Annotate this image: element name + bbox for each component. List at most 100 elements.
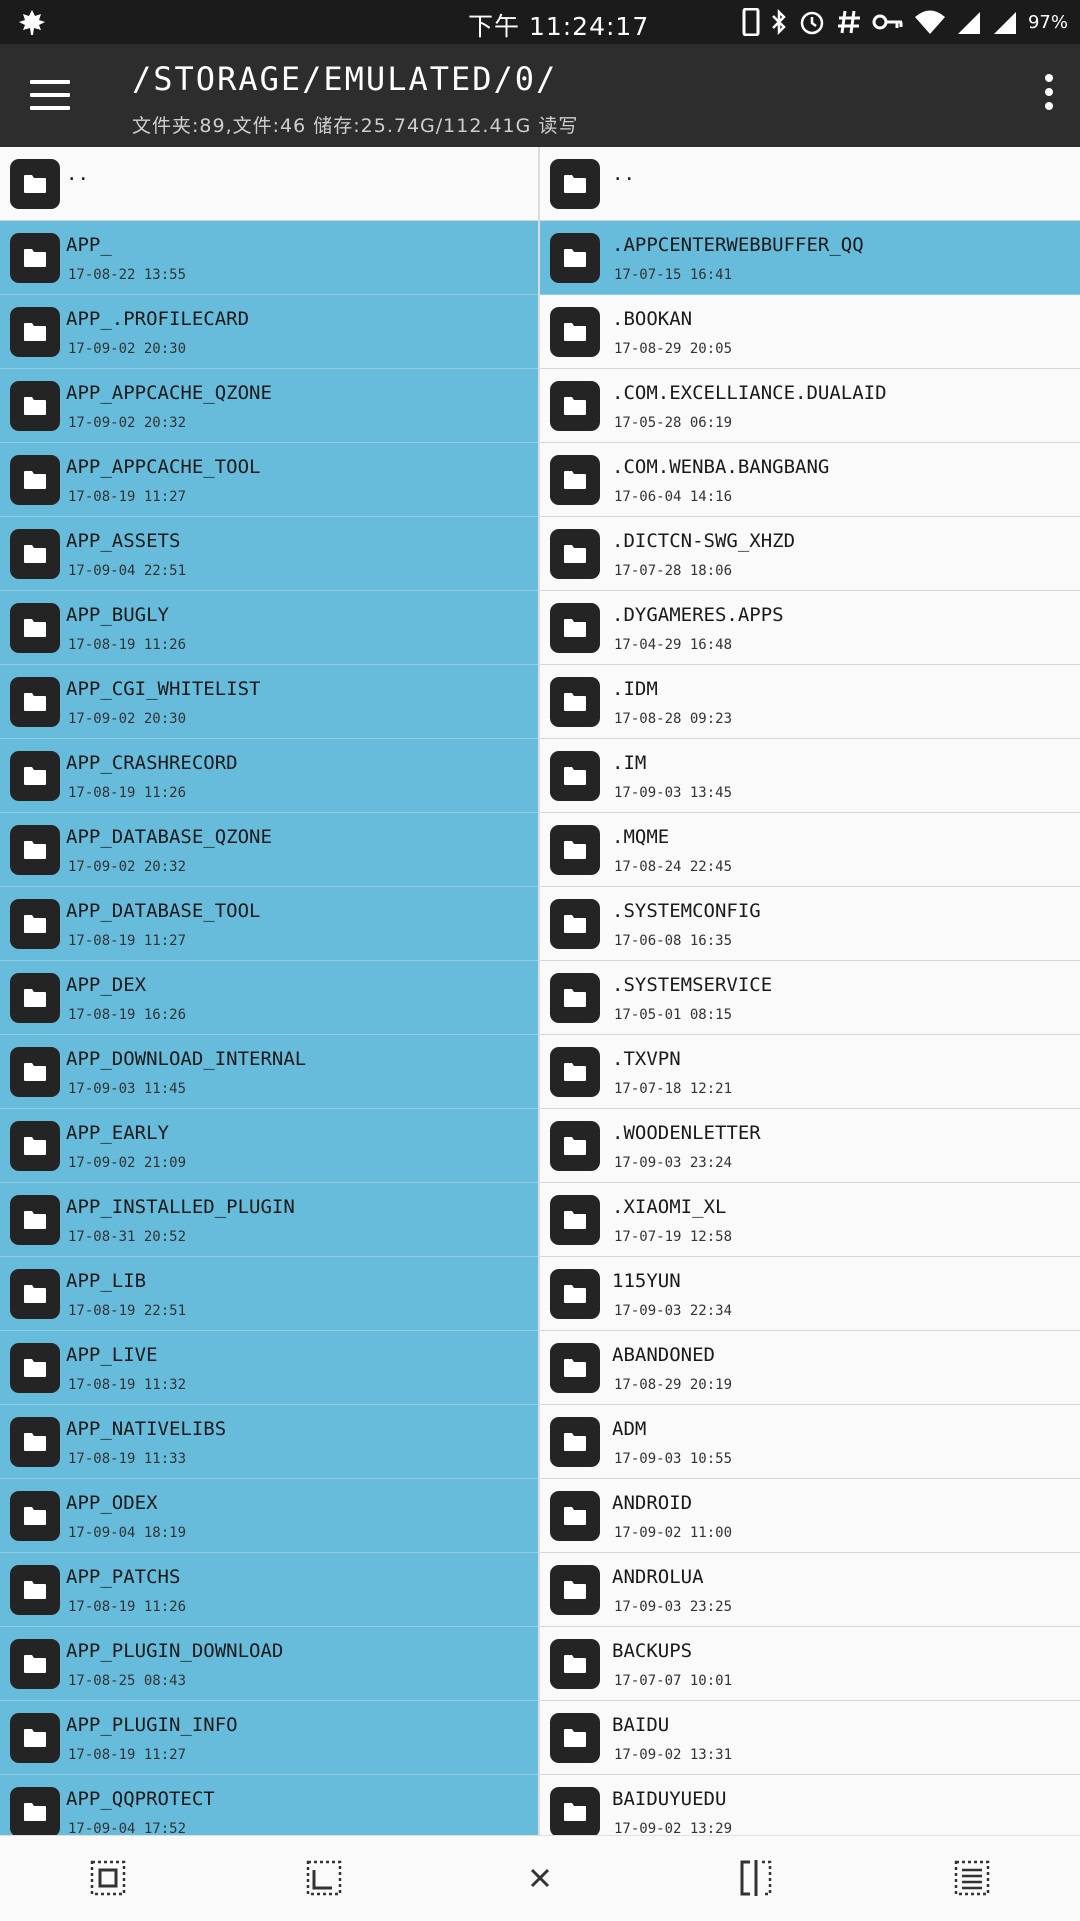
signal-icon — [993, 12, 1016, 34]
folder-row[interactable]: APP_DEX 17-08-19 16:26 — [0, 961, 538, 1035]
folder-row[interactable]: APP_INSTALLED_PLUGIN 17-08-31 20:52 — [0, 1183, 538, 1257]
folder-row[interactable]: APP_DOWNLOAD_INTERNAL 17-09-03 11:45 — [0, 1035, 538, 1109]
folder-date: 17-08-19 11:26 — [68, 637, 187, 653]
folder-icon — [10, 899, 60, 949]
left-pane[interactable]: .. APP_ 17-08-22 13:55 APP_.PROFILECARD 17-0… — [0, 147, 540, 1835]
split-pane-icon[interactable] — [736, 1858, 776, 1898]
folder-row[interactable]: .WOODENLETTER 17-09-03 23:24 — [540, 1109, 1080, 1183]
folder-row[interactable]: APP_LIB 17-08-19 22:51 — [0, 1257, 538, 1331]
folder-date: 17-07-19 12:58 — [614, 1229, 733, 1245]
folder-row[interactable]: BAIDUYUEDU 17-09-02 13:29 — [540, 1775, 1080, 1835]
folder-row[interactable]: BAIDU 17-09-02 13:31 — [540, 1701, 1080, 1775]
folder-row[interactable]: .SYSTEMCONFIG 17-06-08 16:35 — [540, 887, 1080, 961]
folder-icon — [550, 455, 600, 505]
folder-date: 17-09-04 22:51 — [68, 563, 187, 579]
parent-folder-row[interactable]: .. — [540, 147, 1080, 221]
folder-row[interactable]: APP_PATCHS 17-08-19 11:26 — [0, 1553, 538, 1627]
folder-row[interactable]: APP_NATIVELIBS 17-08-19 11:33 — [0, 1405, 538, 1479]
folder-date: 17-08-19 11:26 — [68, 1599, 187, 1615]
folder-row[interactable]: APP_PLUGIN_INFO 17-08-19 11:27 — [0, 1701, 538, 1775]
folder-row[interactable]: .DICTCN-SWG_XHZD 17-07-28 18:06 — [540, 517, 1080, 591]
folder-icon — [550, 529, 600, 579]
folder-row[interactable]: .IDM 17-08-28 09:23 — [540, 665, 1080, 739]
folder-row[interactable]: APP_DATABASE_QZONE 17-09-02 20:32 — [0, 813, 538, 887]
folder-date: 17-08-24 22:45 — [614, 859, 733, 875]
folder-icon — [550, 751, 600, 801]
folder-date: 17-07-07 10:01 — [614, 1673, 733, 1689]
folder-row[interactable]: APP_ASSETS 17-09-04 22:51 — [0, 517, 538, 591]
wifi-icon — [914, 10, 945, 34]
folder-date: 17-08-31 20:52 — [68, 1229, 187, 1245]
folder-icon — [10, 307, 60, 357]
folder-name: .IM — [612, 752, 647, 774]
close-icon[interactable] — [520, 1858, 560, 1898]
menu-button[interactable] — [30, 80, 70, 110]
folder-icon — [550, 233, 600, 283]
folder-row[interactable]: APP_CGI_WHITELIST 17-09-02 20:30 — [0, 665, 538, 739]
folder-row[interactable]: .DYGAMERES.APPS 17-04-29 16:48 — [540, 591, 1080, 665]
folder-name: .MQME — [612, 826, 670, 848]
folder-row[interactable]: APP_.PROFILECARD 17-09-02 20:30 — [0, 295, 538, 369]
folder-icon — [10, 381, 60, 431]
folder-name: .SYSTEMCONFIG — [612, 900, 761, 922]
folder-row[interactable]: APP_DATABASE_TOOL 17-08-19 11:27 — [0, 887, 538, 961]
folder-date: 17-08-29 20:19 — [614, 1377, 733, 1393]
leaf-icon — [19, 10, 45, 35]
folder-row[interactable]: .BOOKAN 17-08-29 20:05 — [540, 295, 1080, 369]
folder-row[interactable]: APP_APPCACHE_TOOL 17-08-19 11:27 — [0, 443, 538, 517]
folder-row[interactable]: .XIAOMI_XL 17-07-19 12:58 — [540, 1183, 1080, 1257]
folder-row[interactable]: .COM.WENBA.BANGBANG 17-06-04 14:16 — [540, 443, 1080, 517]
folder-row[interactable]: 115YUN 17-09-03 22:34 — [540, 1257, 1080, 1331]
folder-row[interactable]: ABANDONED 17-08-29 20:19 — [540, 1331, 1080, 1405]
folder-row[interactable]: APP_CRASHRECORD 17-08-19 11:26 — [0, 739, 538, 813]
folder-name: APP_APPCACHE_QZONE — [66, 382, 272, 404]
folder-name: APP_CRASHRECORD — [66, 752, 238, 774]
folder-date: 17-07-18 12:21 — [614, 1081, 733, 1097]
folder-date: 17-09-04 17:52 — [68, 1821, 187, 1835]
folder-row[interactable]: .SYSTEMSERVICE 17-05-01 08:15 — [540, 961, 1080, 1035]
folder-row[interactable]: APP_LIVE 17-08-19 11:32 — [0, 1331, 538, 1405]
folder-icon — [10, 1639, 60, 1689]
folder-date: 17-08-29 20:05 — [614, 341, 733, 357]
folder-name: APP_DOWNLOAD_INTERNAL — [66, 1048, 307, 1070]
folder-row[interactable]: APP_BUGLY 17-08-19 11:26 — [0, 591, 538, 665]
list-icon[interactable] — [952, 1858, 992, 1898]
folder-name: .DYGAMERES.APPS — [612, 604, 784, 626]
folder-row[interactable]: BACKUPS 17-07-07 10:01 — [540, 1627, 1080, 1701]
folder-row[interactable]: .TXVPN 17-07-18 12:21 — [540, 1035, 1080, 1109]
overflow-menu-button[interactable] — [1042, 74, 1056, 114]
folder-row[interactable]: APP_ 17-08-22 13:55 — [0, 221, 538, 295]
folder-row[interactable]: APP_PLUGIN_DOWNLOAD 17-08-25 08:43 — [0, 1627, 538, 1701]
folder-date: 17-08-22 13:55 — [68, 267, 187, 283]
folder-name: ADM — [612, 1418, 647, 1440]
folder-row[interactable]: APP_QQPROTECT 17-09-04 17:52 — [0, 1775, 538, 1835]
folder-row[interactable]: ANDROLUA 17-09-03 23:25 — [540, 1553, 1080, 1627]
folder-icon — [550, 159, 600, 209]
select-all-icon[interactable] — [88, 1858, 128, 1898]
folder-icon — [550, 1195, 600, 1245]
right-pane[interactable]: .. .APPCENTERWEBBUFFER_QQ 17-07-15 16:41 .B… — [540, 147, 1080, 1835]
folder-name: APP_EARLY — [66, 1122, 169, 1144]
folder-name: APP_DATABASE_TOOL — [66, 900, 261, 922]
folder-icon — [10, 751, 60, 801]
folder-row[interactable]: ADM 17-09-03 10:55 — [540, 1405, 1080, 1479]
folder-name: ANDROLUA — [612, 1566, 704, 1588]
folder-name: ANDROID — [612, 1492, 693, 1514]
folder-row[interactable]: .MQME 17-08-24 22:45 — [540, 813, 1080, 887]
folder-icon — [10, 1269, 60, 1319]
folder-row[interactable]: .IM 17-09-03 13:45 — [540, 739, 1080, 813]
parent-folder-label: .. — [612, 163, 635, 185]
parent-folder-row[interactable]: .. — [0, 147, 538, 221]
folder-name: .APPCENTERWEBBUFFER_QQ — [612, 234, 864, 256]
folder-row[interactable]: APP_APPCACHE_QZONE 17-09-02 20:32 — [0, 369, 538, 443]
folder-icon — [10, 529, 60, 579]
folder-row[interactable]: .APPCENTERWEBBUFFER_QQ 17-07-15 16:41 — [540, 221, 1080, 295]
folder-date: 17-05-01 08:15 — [614, 1007, 733, 1023]
folder-row[interactable]: .COM.EXCELLIANCE.DUALAID 17-05-28 06:19 — [540, 369, 1080, 443]
folder-row[interactable]: APP_EARLY 17-09-02 21:09 — [0, 1109, 538, 1183]
folder-row[interactable]: APP_ODEX 17-09-04 18:19 — [0, 1479, 538, 1553]
folder-row[interactable]: ANDROID 17-09-02 11:00 — [540, 1479, 1080, 1553]
folder-date: 17-09-02 11:00 — [614, 1525, 733, 1541]
bluetooth-icon — [772, 8, 786, 36]
select-partial-icon[interactable] — [304, 1858, 344, 1898]
